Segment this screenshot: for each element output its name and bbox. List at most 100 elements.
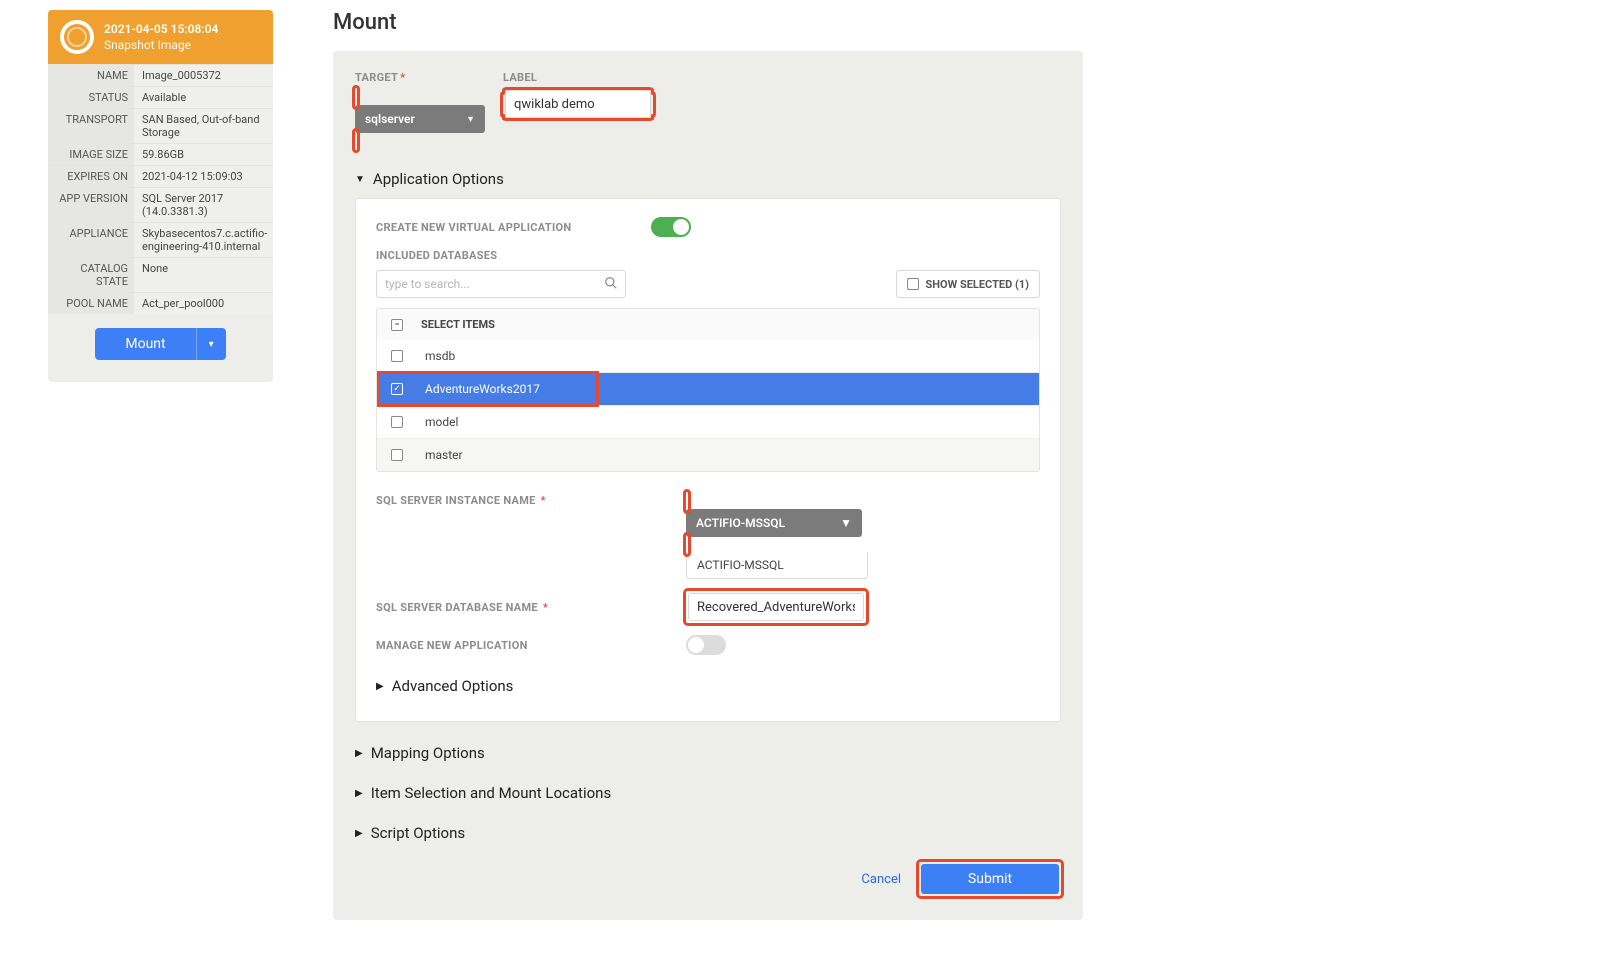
cancel-link[interactable]: Cancel <box>861 872 901 887</box>
chevron-down-icon: ▼ <box>840 516 852 530</box>
form-panel: TARGET* sqlserver ▼ LABEL <box>333 51 1083 920</box>
target-value: sqlserver <box>365 112 415 126</box>
db-search-input[interactable] <box>376 270 626 298</box>
detail-key: APP VERSION <box>48 188 134 222</box>
page-title: Mount <box>333 10 1083 35</box>
section-mapping-label: Mapping Options <box>371 744 485 762</box>
db-search-wrap <box>376 270 626 298</box>
mount-button[interactable]: Mount <box>95 328 195 360</box>
db-checkbox[interactable] <box>391 350 403 362</box>
target-field-group: TARGET* sqlserver ▼ <box>355 71 485 148</box>
triangle-right-icon: ▶ <box>355 748 363 759</box>
detail-key: IMAGE SIZE <box>48 144 134 165</box>
sidebar: 2021-04-05 15:08:04 Snapshot Image NAMEI… <box>48 10 273 382</box>
detail-value: None <box>134 258 273 292</box>
detail-key: NAME <box>48 65 134 86</box>
detail-value: 59.86GB <box>134 144 273 165</box>
section-app-options-label: Application Options <box>373 170 504 188</box>
triangle-right-icon: ▶ <box>355 828 363 839</box>
db-checkbox[interactable] <box>391 416 403 428</box>
detail-value: Act_per_pool000 <box>134 293 273 314</box>
detail-key: POOL NAME <box>48 293 134 314</box>
submit-button[interactable]: Submit <box>921 864 1059 894</box>
target-highlight: sqlserver ▼ <box>355 88 485 150</box>
section-advanced-options[interactable]: ▶ Advanced Options <box>376 677 1040 695</box>
show-selected-label: SHOW SELECTED (1) <box>925 278 1029 291</box>
snapshot-detail-row: APPLIANCESkybasecentos7.c.actifio-engine… <box>48 222 273 257</box>
section-item-selection-label: Item Selection and Mount Locations <box>371 784 611 802</box>
detail-key: TRANSPORT <box>48 109 134 143</box>
section-item-selection[interactable]: ▶ Item Selection and Mount Locations <box>355 784 1061 802</box>
sql-instance-select[interactable]: ACTIFIO-MSSQL ▼ <box>686 509 862 537</box>
section-advanced-label: Advanced Options <box>392 677 514 695</box>
sql-dbname-highlight <box>686 591 866 623</box>
sql-instance-label: SQL SERVER INSTANCE NAME * <box>376 494 656 507</box>
db-row-master[interactable]: master <box>377 438 1039 471</box>
triangle-right-icon: ▶ <box>376 681 384 692</box>
triangle-down-icon: ▼ <box>355 174 365 185</box>
section-script-label: Script Options <box>371 824 465 842</box>
db-name: msdb <box>421 349 455 363</box>
triangle-right-icon: ▶ <box>355 788 363 799</box>
submit-highlight: Submit <box>919 862 1061 896</box>
target-select[interactable]: sqlserver ▼ <box>355 105 485 133</box>
sql-instance-value: ACTIFIO-MSSQL <box>696 516 785 530</box>
detail-value: SAN Based, Out-of-band Storage <box>134 109 273 143</box>
create-new-virtual-app-toggle[interactable] <box>651 217 691 237</box>
db-name: AdventureWorks2017 <box>421 382 540 396</box>
snapshot-detail-row: IMAGE SIZE59.86GB <box>48 143 273 165</box>
db-checkbox[interactable] <box>391 449 403 461</box>
included-databases-label: INCLUDED DATABASES <box>376 249 1040 262</box>
sql-dbname-label: SQL SERVER DATABASE NAME * <box>376 601 656 614</box>
snapshot-detail-row: CATALOG STATENone <box>48 257 273 292</box>
target-label: TARGET* <box>355 71 485 84</box>
chevron-down-icon: ▼ <box>466 114 475 125</box>
snapshot-detail-row: NAMEImage_0005372 <box>48 64 273 86</box>
snapshot-detail-row: STATUSAvailable <box>48 86 273 108</box>
label-highlight <box>503 95 653 114</box>
form-footer: Cancel Submit <box>355 862 1061 896</box>
snapshot-subtitle: Snapshot Image <box>104 38 218 52</box>
label-label: LABEL <box>503 71 653 84</box>
snapshot-timestamp: 2021-04-05 15:08:04 <box>104 22 218 38</box>
manage-new-app-label: MANAGE NEW APPLICATION <box>376 639 656 652</box>
select-all-checkbox[interactable] <box>391 319 403 331</box>
section-application-options[interactable]: ▼ Application Options <box>355 170 1061 188</box>
db-row-msdb[interactable]: msdb <box>377 340 1039 372</box>
sql-dbname-input[interactable] <box>688 593 864 621</box>
select-items-header-label: SELECT ITEMS <box>421 318 495 331</box>
sql-instance-highlight: ACTIFIO-MSSQL ▼ <box>686 492 868 554</box>
db-name: master <box>421 448 463 462</box>
db-row-model[interactable]: model <box>377 405 1039 438</box>
snapshot-details: NAMEImage_0005372STATUSAvailableTRANSPOR… <box>48 64 273 314</box>
show-selected-checkbox <box>907 278 919 290</box>
detail-key: STATUS <box>48 87 134 108</box>
detail-value: Skybasecentos7.c.actifio-engineering-410… <box>134 223 273 257</box>
db-checkbox[interactable] <box>391 383 403 395</box>
detail-value: Image_0005372 <box>134 65 273 86</box>
show-selected-toggle[interactable]: SHOW SELECTED (1) <box>896 270 1040 298</box>
mount-dropdown-caret[interactable]: ▾ <box>196 328 226 360</box>
create-new-virtual-app-label: CREATE NEW VIRTUAL APPLICATION <box>376 221 571 234</box>
snapshot-detail-row: TRANSPORTSAN Based, Out-of-band Storage <box>48 108 273 143</box>
label-field-group: LABEL <box>503 71 653 118</box>
detail-key: CATALOG STATE <box>48 258 134 292</box>
detail-value: 2021-04-12 15:09:03 <box>134 166 273 187</box>
label-input[interactable] <box>505 90 651 118</box>
sql-instance-field-wrap: ACTIFIO-MSSQL ▼ ACTIFIO-MSSQL <box>686 494 868 579</box>
detail-key: APPLIANCE <box>48 223 134 257</box>
app-options-panel: CREATE NEW VIRTUAL APPLICATION INCLUDED … <box>355 198 1061 722</box>
db-row-adventureworks2017[interactable]: AdventureWorks2017 <box>377 372 1039 405</box>
manage-new-app-toggle[interactable] <box>686 635 726 655</box>
sql-instance-dropdown-option[interactable]: ACTIFIO-MSSQL <box>686 552 868 579</box>
db-table-header: SELECT ITEMS <box>377 309 1039 340</box>
detail-key: EXPIRES ON <box>48 166 134 187</box>
snapshot-header: 2021-04-05 15:08:04 Snapshot Image <box>48 10 273 64</box>
snapshot-detail-row: POOL NAMEAct_per_pool000 <box>48 292 273 314</box>
detail-value: SQL Server 2017 (14.0.3381.3) <box>134 188 273 222</box>
snapshot-detail-row: EXPIRES ON2021-04-12 15:09:03 <box>48 165 273 187</box>
section-mapping-options[interactable]: ▶ Mapping Options <box>355 744 1061 762</box>
main-content: Mount TARGET* sqlserver ▼ LABEL <box>333 10 1083 920</box>
section-script-options[interactable]: ▶ Script Options <box>355 824 1061 842</box>
database-table: SELECT ITEMS msdb AdventureWorks2017 model… <box>376 308 1040 472</box>
